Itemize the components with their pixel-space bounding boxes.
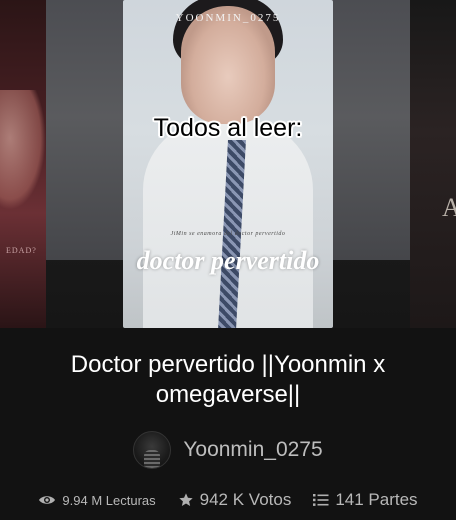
star-icon xyxy=(178,492,194,508)
cover-title: doctor pervertido xyxy=(136,246,320,275)
story-title: Doctor pervertido ||Yoonmin x omegaverse… xyxy=(70,351,386,408)
parts-stat: 141 Partes xyxy=(313,490,418,510)
avatar[interactable] xyxy=(133,431,172,469)
eye-icon xyxy=(38,494,56,506)
reads-stat: 9.94 M Lecturas xyxy=(38,492,156,508)
next-cover[interactable]: A L xyxy=(410,0,456,328)
previous-cover[interactable]: EDAD? xyxy=(0,0,46,328)
story-stats: 9.94 M Lecturas 942 K Votos 141 Partes xyxy=(0,488,456,512)
list-icon xyxy=(313,493,329,507)
story-cover[interactable]: YOONMIN_0275 JiMin se enamora del doctor… xyxy=(123,0,333,328)
cover-carousel: EDAD? A L YOONMIN_0275 JiMin se enamora … xyxy=(0,0,456,328)
next-cover-text: A L xyxy=(442,193,456,222)
cover-subtitle: JiMin se enamora del doctor pervertido xyxy=(170,231,286,237)
previous-cover-text: EDAD? xyxy=(6,246,37,255)
votes-stat: 942 K Votos xyxy=(178,490,292,510)
author-row[interactable]: Yoonmin_0275 xyxy=(0,430,456,470)
meme-caption: Todos al leer: xyxy=(153,114,303,142)
author-name[interactable]: Yoonmin_0275 xyxy=(183,438,322,462)
cover-author-handle: YOONMIN_0275 xyxy=(175,12,281,24)
votes-count: 942 K Votos xyxy=(199,490,292,509)
reads-count: 9.94 M Lecturas xyxy=(62,492,156,508)
parts-count: 141 Partes xyxy=(335,490,418,509)
